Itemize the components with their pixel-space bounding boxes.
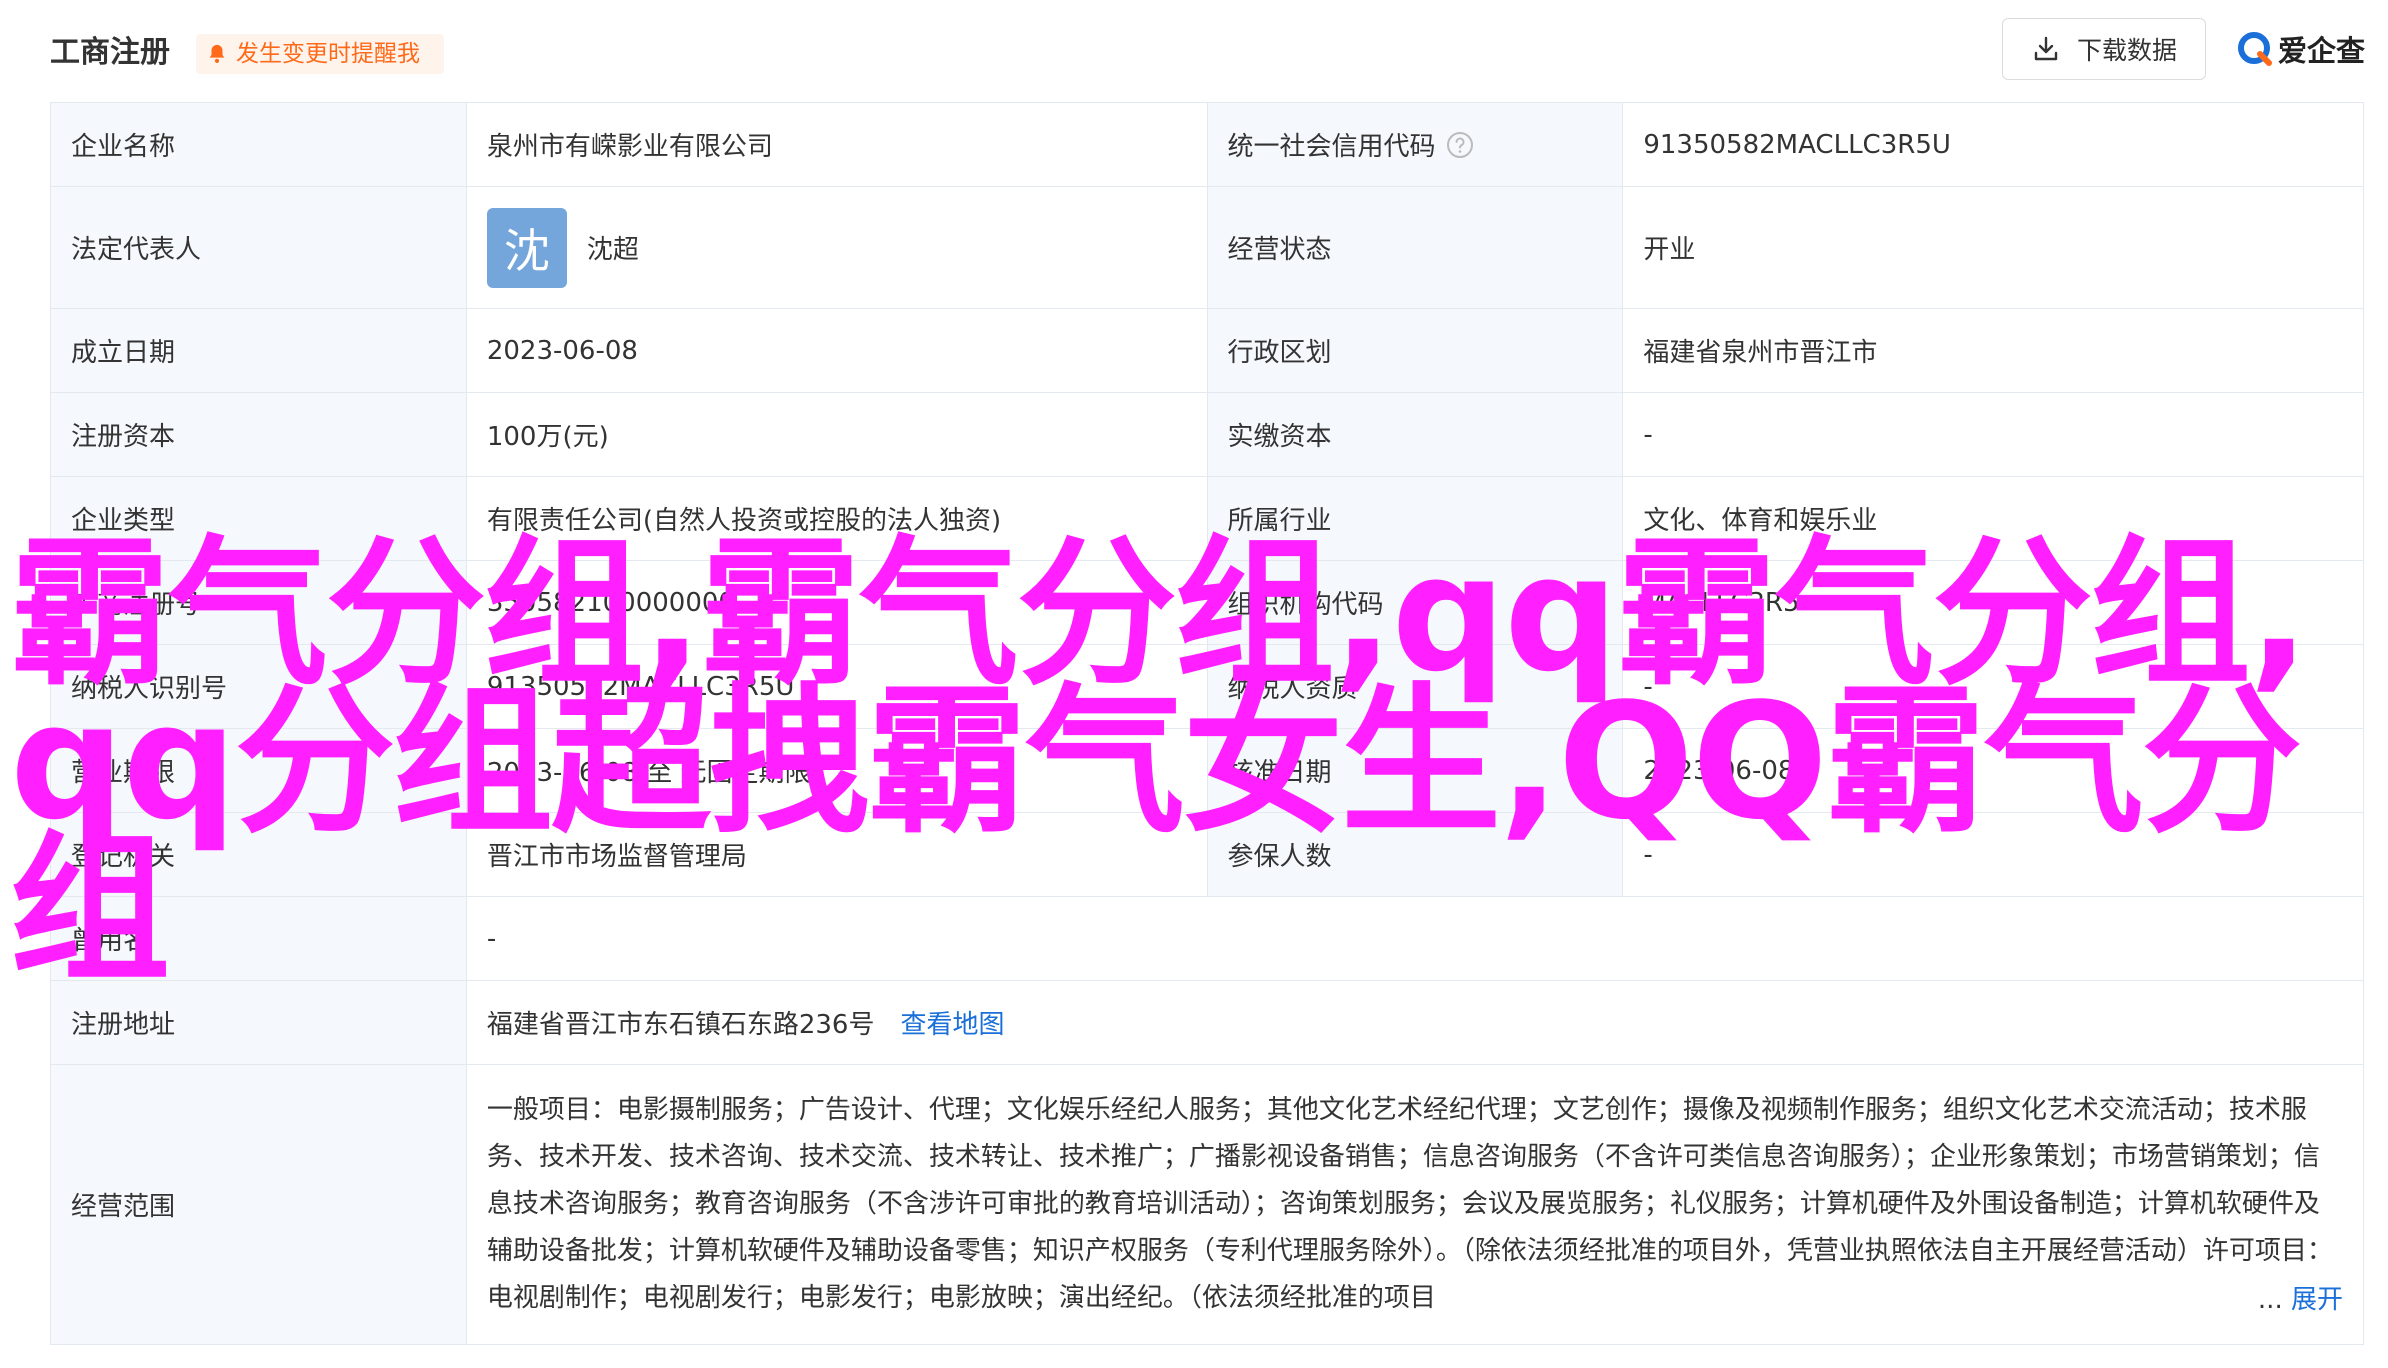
table-row: 成立日期 2023-06-08 行政区划 福建省泉州市晋江市	[51, 309, 2364, 393]
field-label: 营业期限	[51, 729, 467, 812]
download-icon	[2034, 36, 2058, 61]
brand-name: 爱企查	[2278, 34, 2366, 68]
field-label: 实缴资本	[1207, 393, 1624, 476]
field-label: 组织机构代码	[1207, 561, 1624, 644]
field-label: 企业类型	[51, 477, 467, 560]
table-row: 注册地址 福建省晋江市东石镇石东路236号 查看地图	[51, 981, 2364, 1065]
field-value: MACLLC3R5	[1623, 561, 2364, 644]
business-scope-text: 一般项目：电影摄制服务；广告设计、代理；文化娱乐经纪人服务；其他文化艺术经纪代理…	[486, 1095, 2333, 1313]
change-alert-button[interactable]: 发生变更时提醒我	[196, 34, 444, 74]
field-value: 晋江市市场监督管理局	[467, 813, 1208, 896]
brand-q-icon	[2238, 32, 2272, 66]
credit-code-label: 统一社会信用代码	[1227, 132, 1436, 162]
field-label: 工商注册号	[51, 561, 467, 644]
page-title: 工商注册	[50, 35, 170, 70]
field-label: 纳税人资质	[1207, 645, 1624, 728]
brand-logo[interactable]: 爱企查	[2236, 26, 2365, 72]
expand-label: 展开	[2290, 1285, 2343, 1315]
field-label: 行政区划	[1207, 309, 1624, 392]
field-value: -	[1623, 813, 2364, 896]
field-value: 2023-06-08 至 无固定期限	[467, 729, 1208, 812]
table-row: 营业期限 2023-06-08 至 无固定期限 核准日期 2023-06-08	[51, 729, 2364, 813]
field-label: 参保人数	[1207, 813, 1624, 896]
table-row: 登记机关 晋江市市场监督管理局 参保人数 -	[51, 813, 2364, 897]
field-label: 核准日期	[1207, 729, 1624, 812]
field-value: 文化、体育和娱乐业	[1623, 477, 2364, 560]
help-icon[interactable]	[1446, 131, 1474, 159]
field-value: 91350582MACLLC3R5U	[1623, 103, 2364, 186]
field-value: -	[1623, 393, 2364, 476]
table-row: 曾用名 -	[51, 897, 2364, 981]
representative-name[interactable]: 沈超	[587, 229, 639, 266]
field-label: 经营范围	[51, 1065, 467, 1344]
table-row: 企业名称 泉州市有嵘影业有限公司 统一社会信用代码 91350582MACLLC…	[51, 103, 2364, 187]
address-value: 福建省晋江市东石镇石东路236号	[486, 1010, 875, 1040]
expand-button[interactable]: ... 展开	[2251, 1277, 2343, 1324]
field-value: 100万(元)	[467, 393, 1208, 476]
field-label: 登记机关	[51, 813, 467, 896]
legal-representative[interactable]: 沈 沈超	[467, 187, 1208, 308]
table-row: 纳税人识别号 91350582MACLLC3R5U 纳税人资质 -	[51, 645, 2364, 729]
view-map-link[interactable]: 查看地图	[900, 1004, 1004, 1041]
field-label: 纳税人识别号	[51, 645, 467, 728]
bell-icon	[209, 44, 225, 63]
field-value: 有限责任公司(自然人投资或控股的法人独资)	[467, 477, 1208, 560]
field-label: 经营状态	[1207, 187, 1624, 308]
field-value: -	[467, 897, 2364, 980]
field-value: -	[1623, 645, 2364, 728]
change-alert-label: 发生变更时提醒我	[236, 41, 420, 67]
field-label: 法定代表人	[51, 187, 467, 308]
field-label: 所属行业	[1207, 477, 1624, 560]
field-value: 2023-06-08	[467, 309, 1208, 392]
field-value: 2023-06-08	[1623, 729, 2364, 812]
field-value: 开业	[1623, 187, 2364, 308]
field-label: 成立日期	[51, 309, 467, 392]
table-row: 经营范围 一般项目：电影摄制服务；广告设计、代理；文化娱乐经纪人服务；其他文化艺…	[51, 1065, 2364, 1345]
field-value: 福建省泉州市晋江市	[1623, 309, 2364, 392]
field-label: 曾用名	[51, 897, 467, 980]
table-row: 工商注册号 350582100000000 组织机构代码 MACLLC3R5	[51, 561, 2364, 645]
field-label: 统一社会信用代码	[1207, 103, 1624, 186]
field-value: 350582100000000	[467, 561, 1208, 644]
field-label: 企业名称	[51, 103, 467, 186]
avatar: 沈	[486, 207, 567, 288]
field-label: 注册地址	[51, 981, 467, 1064]
table-row: 法定代表人 沈 沈超 经营状态 开业	[51, 187, 2364, 309]
download-label: 下载数据	[2076, 36, 2177, 65]
business-scope: 一般项目：电影摄制服务；广告设计、代理；文化娱乐经纪人服务；其他文化艺术经纪代理…	[467, 1065, 2364, 1344]
table-row: 企业类型 有限责任公司(自然人投资或控股的法人独资) 所属行业 文化、体育和娱乐…	[51, 477, 2364, 561]
field-value: 泉州市有嵘影业有限公司	[467, 103, 1208, 186]
page-header: 工商注册 发生变更时提醒我 下载数据 爱企查	[0, 0, 2388, 100]
table-row: 注册资本 100万(元) 实缴资本 -	[51, 393, 2364, 477]
registration-table: 企业名称 泉州市有嵘影业有限公司 统一社会信用代码 91350582MACLLC…	[50, 102, 2364, 1345]
download-data-button[interactable]: 下载数据	[2002, 18, 2206, 80]
ellipsis: ...	[2257, 1285, 2283, 1315]
field-label: 注册资本	[51, 393, 467, 476]
address-cell: 福建省晋江市东石镇石东路236号 查看地图	[467, 981, 2364, 1064]
field-value: 91350582MACLLC3R5U	[467, 645, 1208, 728]
